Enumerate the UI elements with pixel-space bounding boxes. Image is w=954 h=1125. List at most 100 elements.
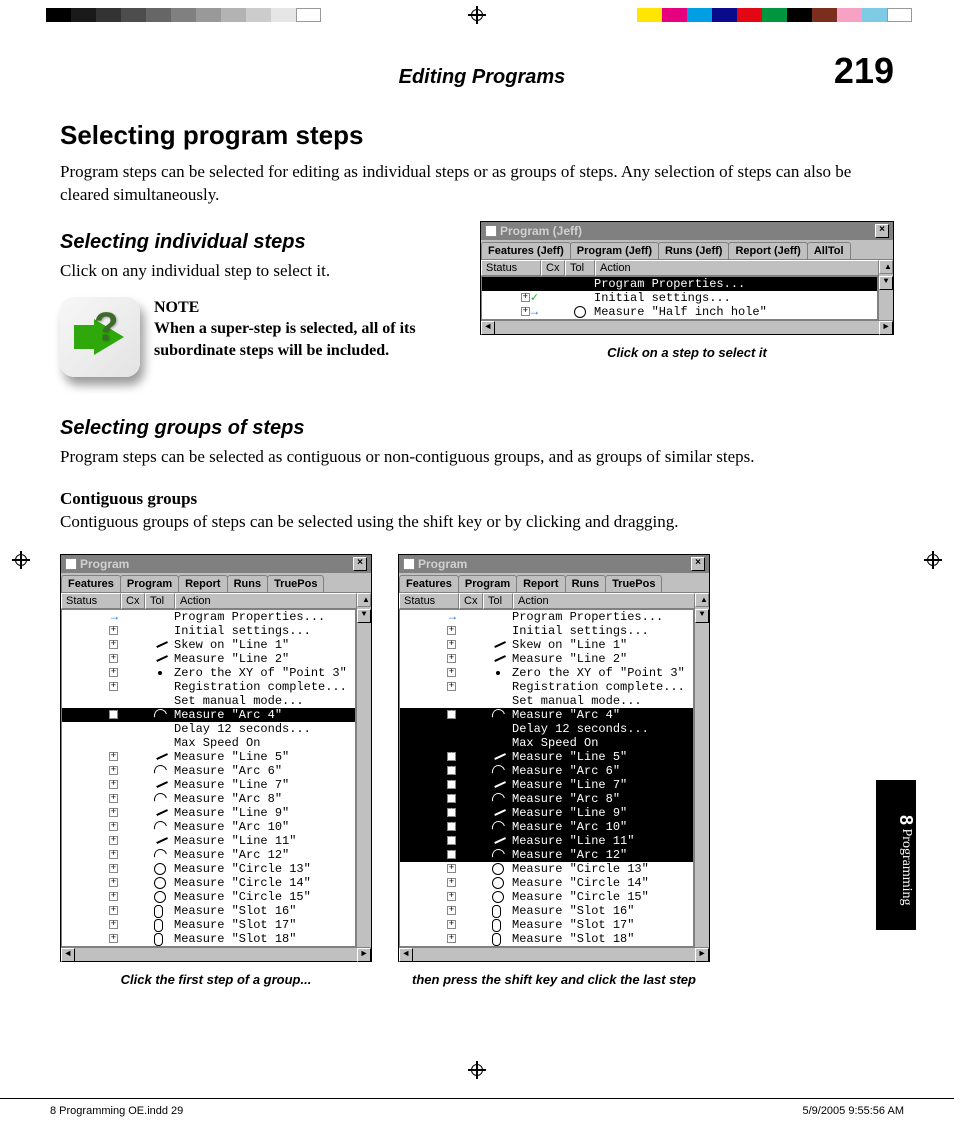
horizontal-scrollbar[interactable]: ◄► (481, 320, 893, 334)
tab-report[interactable]: Report (516, 575, 565, 592)
window-titlebar[interactable]: Program × (61, 555, 371, 573)
tab-truepos[interactable]: TruePos (267, 575, 324, 592)
tab-report[interactable]: Report (178, 575, 227, 592)
expand-icon[interactable]: + (109, 780, 118, 789)
tab-runs[interactable]: Runs (565, 575, 607, 592)
step-row[interactable]: + Measure "Line 9" (400, 806, 693, 820)
expand-icon[interactable]: + (447, 850, 456, 859)
expand-icon[interactable]: + (447, 906, 456, 915)
tab-runs[interactable]: Runs (227, 575, 269, 592)
step-row[interactable]: +→ Measure "Half inch hole" (482, 305, 877, 319)
step-row[interactable]: + Measure "Slot 18" (400, 932, 693, 946)
step-row[interactable]: + Measure "Circle 15" (62, 890, 355, 904)
tab-runs-jeff-[interactable]: Runs (Jeff) (658, 242, 729, 259)
scroll-right-button[interactable]: ► (695, 948, 709, 962)
scroll-right-button[interactable]: ► (879, 321, 893, 335)
step-row[interactable]: + Measure "Circle 14" (400, 876, 693, 890)
expand-icon[interactable]: + (109, 934, 118, 943)
step-row[interactable]: Delay 12 seconds... (400, 722, 693, 736)
col-action[interactable]: Action (513, 593, 695, 609)
step-row[interactable]: + Measure "Line 5" (62, 750, 355, 764)
expand-icon[interactable]: + (109, 822, 118, 831)
expand-icon[interactable]: + (109, 766, 118, 775)
expand-icon[interactable]: + (109, 682, 118, 691)
step-row[interactable]: + Measure "Circle 15" (400, 890, 693, 904)
step-row[interactable]: + Measure "Arc 6" (400, 764, 693, 778)
scroll-right-button[interactable]: ► (357, 948, 371, 962)
col-tol[interactable]: Tol (145, 593, 175, 609)
expand-icon[interactable]: + (447, 892, 456, 901)
expand-icon[interactable]: + (109, 920, 118, 929)
expand-icon[interactable]: + (447, 710, 456, 719)
tab-program[interactable]: Program (120, 575, 179, 592)
step-row[interactable]: + Measure "Line 9" (62, 806, 355, 820)
step-row[interactable]: + Measure "Arc 10" (400, 820, 693, 834)
close-button[interactable]: × (875, 224, 889, 238)
expand-icon[interactable]: + (109, 892, 118, 901)
step-row[interactable]: + Measure "Arc 4" (400, 708, 693, 722)
expand-icon[interactable]: + (109, 864, 118, 873)
step-row[interactable]: +✓ Initial settings... (482, 291, 877, 305)
scroll-down-button[interactable]: ▼ (879, 276, 893, 290)
expand-icon[interactable]: + (447, 682, 456, 691)
col-status[interactable]: Status (61, 593, 121, 609)
scroll-down-button[interactable]: ▼ (695, 609, 709, 623)
scroll-left-button[interactable]: ◄ (481, 321, 495, 335)
step-row[interactable]: Max Speed On (62, 736, 355, 750)
step-row[interactable]: + Measure "Line 7" (400, 778, 693, 792)
vertical-scrollbar[interactable]: ▼ (878, 276, 893, 320)
scroll-down-button[interactable]: ▼ (357, 609, 371, 623)
step-row[interactable]: Delay 12 seconds... (62, 722, 355, 736)
expand-icon[interactable]: + (109, 640, 118, 649)
expand-icon[interactable]: + (447, 640, 456, 649)
step-row[interactable]: + Zero the XY of "Point 3" (62, 666, 355, 680)
step-row[interactable]: + Measure "Slot 17" (400, 918, 693, 932)
col-status[interactable]: Status (399, 593, 459, 609)
expand-icon[interactable]: + (109, 752, 118, 761)
step-row[interactable]: + Measure "Circle 14" (62, 876, 355, 890)
expand-icon[interactable]: + (447, 794, 456, 803)
step-row[interactable]: + Skew on "Line 1" (62, 638, 355, 652)
col-cx[interactable]: Cx (121, 593, 145, 609)
tab-features[interactable]: Features (399, 575, 459, 592)
scroll-up-button[interactable]: ▲ (879, 260, 893, 274)
col-action[interactable]: Action (595, 260, 879, 276)
col-status[interactable]: Status (481, 260, 541, 276)
expand-icon[interactable]: + (447, 668, 456, 677)
expand-icon[interactable]: + (447, 780, 456, 789)
expand-icon[interactable]: + (109, 878, 118, 887)
step-row[interactable]: + Measure "Line 7" (62, 778, 355, 792)
step-row[interactable]: Set manual mode... (62, 694, 355, 708)
vertical-scrollbar[interactable]: ▼ (694, 609, 709, 947)
tab-features-jeff-[interactable]: Features (Jeff) (481, 242, 571, 259)
expand-icon[interactable]: + (447, 934, 456, 943)
step-row[interactable]: + Measure "Slot 18" (62, 932, 355, 946)
step-row[interactable]: + Measure "Circle 13" (400, 862, 693, 876)
step-row[interactable]: + Measure "Arc 6" (62, 764, 355, 778)
tab-program[interactable]: Program (458, 575, 517, 592)
expand-icon[interactable]: + (109, 794, 118, 803)
scroll-up-button[interactable]: ▲ (357, 593, 371, 607)
horizontal-scrollbar[interactable]: ◄► (61, 947, 371, 961)
step-row[interactable]: + Measure "Arc 8" (62, 792, 355, 806)
col-tol[interactable]: Tol (483, 593, 513, 609)
expand-icon[interactable]: + (521, 307, 530, 316)
step-row[interactable]: + Measure "Slot 17" (62, 918, 355, 932)
step-row[interactable]: + Measure "Line 2" (62, 652, 355, 666)
expand-icon[interactable]: + (447, 626, 456, 635)
tab-program-jeff-[interactable]: Program (Jeff) (570, 242, 659, 259)
step-row[interactable]: + Measure "Line 2" (400, 652, 693, 666)
expand-icon[interactable]: + (109, 710, 118, 719)
vertical-scrollbar[interactable]: ▼ (356, 609, 371, 947)
step-row[interactable]: Max Speed On (400, 736, 693, 750)
scroll-left-button[interactable]: ◄ (399, 948, 413, 962)
expand-icon[interactable]: + (447, 822, 456, 831)
expand-icon[interactable]: + (109, 654, 118, 663)
step-row[interactable]: + Measure "Line 11" (62, 834, 355, 848)
tab-features[interactable]: Features (61, 575, 121, 592)
close-button[interactable]: × (353, 557, 367, 571)
step-row[interactable]: + Registration complete... (400, 680, 693, 694)
step-row[interactable]: + Measure "Slot 16" (62, 904, 355, 918)
col-tol[interactable]: Tol (565, 260, 595, 276)
step-row[interactable]: Program Properties... (482, 277, 877, 291)
